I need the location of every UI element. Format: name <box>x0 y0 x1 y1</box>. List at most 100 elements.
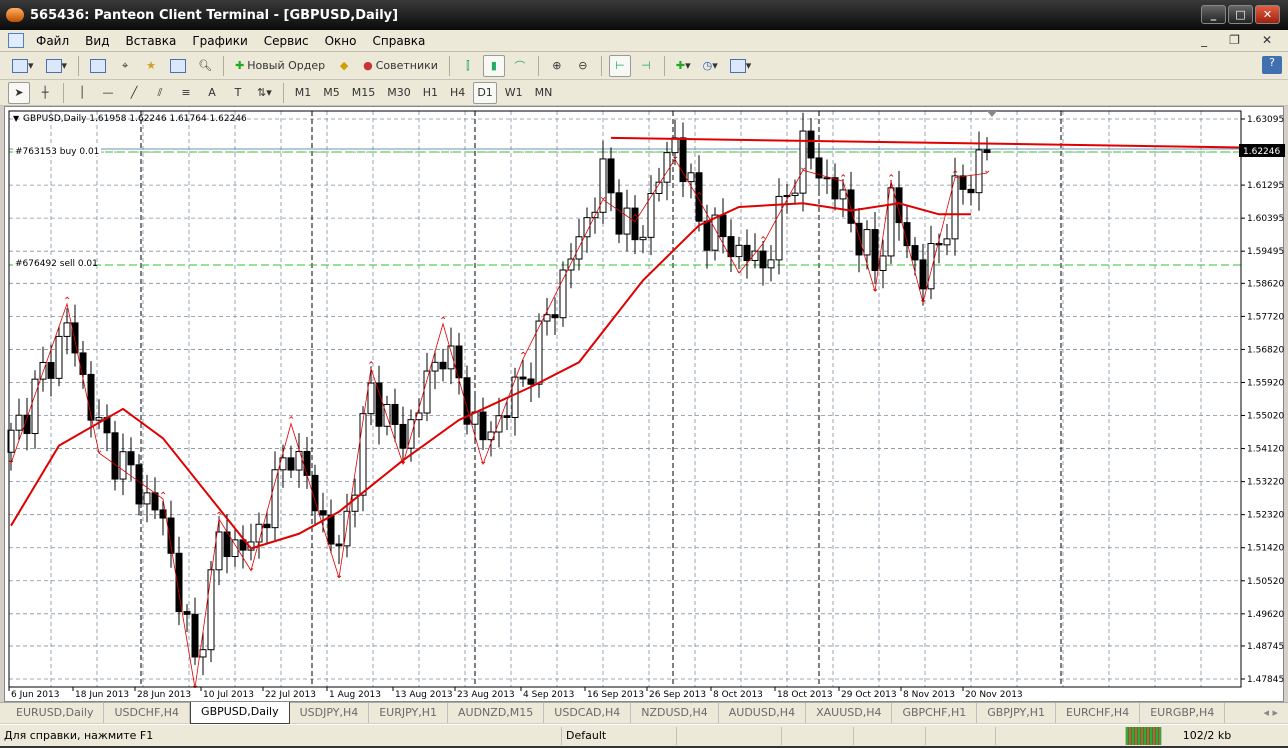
menu-file[interactable]: Файл <box>28 34 77 48</box>
line-chart-button[interactable]: ⌒ <box>509 55 531 77</box>
fractal-down-icon: ⌄ <box>247 562 255 573</box>
status-empty-3 <box>854 726 926 745</box>
price-tick-label: 1.55920 <box>1247 378 1284 388</box>
candle-body <box>911 245 919 261</box>
mdi-close-button[interactable]: ✕ <box>1254 33 1280 47</box>
new-order-button[interactable]: ✚ Новый Ордер <box>231 55 329 77</box>
menu-insert[interactable]: Вставка <box>117 34 184 48</box>
chart-tab[interactable]: EURJPY,H1 <box>369 703 449 723</box>
fractal-up-icon: ⌃ <box>951 170 959 181</box>
line-chart-icon: ⌒ <box>514 59 526 73</box>
chart-tab[interactable]: EURCHF,H4 <box>1056 703 1141 723</box>
market-watch-button[interactable] <box>86 55 110 77</box>
chart-tab[interactable]: USDJPY,H4 <box>290 703 370 723</box>
chart-tab[interactable]: EURUSD,Daily <box>6 703 105 723</box>
date-tick-label: 29 Oct 2013 <box>841 690 897 700</box>
chart-tab[interactable]: GBPJPY,H1 <box>977 703 1057 723</box>
alert-button[interactable]: ◆ <box>333 55 355 77</box>
fibonacci-icon: ≡ <box>181 86 191 99</box>
menu-help[interactable]: Справка <box>365 34 434 48</box>
candle-body <box>479 411 487 441</box>
terminal-button[interactable] <box>166 55 190 77</box>
periods-button[interactable]: ◷ ▾ <box>699 55 722 77</box>
mdi-minimize-button[interactable]: _ <box>1193 33 1215 47</box>
data-window-button[interactable]: ⌖ <box>114 55 136 77</box>
menu-tools[interactable]: Сервис <box>256 34 317 48</box>
candle-body <box>207 569 215 651</box>
chart-shift-button[interactable]: ⊣ <box>635 55 657 77</box>
close-button[interactable]: ✕ <box>1255 5 1280 24</box>
date-tick-label: 1 Aug 2013 <box>329 690 381 700</box>
timeframe-d1[interactable]: D1 <box>473 81 497 104</box>
chart-tab[interactable]: XAUUSD,H4 <box>806 703 893 723</box>
timeframe-h4[interactable]: H4 <box>446 82 469 104</box>
cursor-tool[interactable]: ➤ <box>8 81 30 104</box>
timeframe-m15[interactable]: M15 <box>348 82 380 104</box>
chart-tab[interactable]: NZDUSD,H4 <box>631 703 719 723</box>
navigator-button[interactable]: ★ <box>140 55 162 77</box>
vertical-line-tool[interactable]: │ <box>71 82 93 104</box>
candlestick-button[interactable]: ▮ <box>482 54 505 77</box>
chart-tab[interactable]: GBPUSD,Daily <box>190 702 290 724</box>
candle-body <box>919 259 927 290</box>
chart-tab[interactable]: EURGBP,H4 <box>1140 703 1226 723</box>
chart-shift-marker-icon[interactable] <box>987 111 997 117</box>
chart-tab[interactable]: USDCAD,H4 <box>544 703 632 723</box>
candle-body <box>199 649 207 658</box>
fibonacci-tool[interactable]: ≡ <box>175 82 197 104</box>
templates-button[interactable]: ▾ <box>726 55 756 77</box>
maximize-button[interactable]: □ <box>1228 5 1253 24</box>
timeframe-w1[interactable]: W1 <box>501 82 527 104</box>
horizontal-line-tool[interactable]: — <box>97 82 119 104</box>
chart-window[interactable]: ⌄ ⌃ ⌄ ⌃ ⌄ ⌃ ⌄ ⌃ ⌄ ⌃ ⌄ ⌃ ⌄ ⌃ ⌄ ⌃ ⌄ ⌃ ⌄ ⌃ ⌄ ⌃ ⌄ ⌃ ⌄ ⌃ ⌄ GBPUSD,Daily… <box>4 106 1285 703</box>
date-tick-label: 13 Aug 2013 <box>395 690 453 700</box>
candle-body <box>775 195 783 261</box>
text-tool[interactable]: A <box>201 82 223 104</box>
chart-tab[interactable]: GBPCHF,H1 <box>892 703 978 723</box>
trendline-tool[interactable]: ╱ <box>123 82 145 104</box>
zoom-out-button[interactable]: ⊖ <box>572 55 594 77</box>
timeframe-m30[interactable]: M30 <box>383 82 415 104</box>
clock-icon: ◷ <box>702 59 713 72</box>
crosshair-tool[interactable]: ┼ <box>34 82 56 104</box>
autoscroll-button[interactable]: ⊢ <box>608 54 631 77</box>
menu-window[interactable]: Окно <box>317 34 365 48</box>
chart-tab[interactable]: AUDNZD,M15 <box>448 703 545 723</box>
indicators-button[interactable]: ✚ ▾ <box>672 55 695 77</box>
timeframe-h1[interactable]: H1 <box>419 82 442 104</box>
text-label-tool[interactable]: T <box>227 82 249 104</box>
tab-scroll-arrows-icon[interactable]: ◂ ▸ <box>1263 706 1278 719</box>
timeframe-mn[interactable]: MN <box>531 82 557 104</box>
candle-body <box>399 423 407 449</box>
candle-body <box>95 417 103 421</box>
new-order-icon: ✚ <box>235 59 245 72</box>
zoom-in-button[interactable]: ⊕ <box>546 55 568 77</box>
date-tick-label: 4 Sep 2013 <box>523 690 574 700</box>
chart-window-icon[interactable] <box>8 33 24 48</box>
profiles-button[interactable]: ▾ <box>42 55 72 77</box>
fractal-down-icon: ⌄ <box>983 165 991 176</box>
chart-tab[interactable]: AUDUSD,H4 <box>719 703 807 723</box>
equidistant-channel-tool[interactable]: ⫽ <box>149 82 171 104</box>
menu-view[interactable]: Вид <box>77 34 117 48</box>
candle-body <box>791 192 799 197</box>
chart-tab[interactable]: USDCHF,H4 <box>104 703 191 723</box>
header-collapse-icon[interactable]: ▼ <box>13 114 20 123</box>
timeframe-m5[interactable]: M5 <box>319 82 344 104</box>
mdi-restore-button[interactable]: ❐ <box>1221 33 1248 47</box>
arrows-tool[interactable]: ⇅▾ <box>253 82 276 104</box>
bar-chart-button[interactable]: ⫿ <box>457 55 479 77</box>
candle-body <box>303 450 311 476</box>
timeframe-m1[interactable]: M1 <box>291 82 316 104</box>
expert-advisors-button[interactable]: ● Советники <box>359 55 442 77</box>
candle-body <box>935 243 943 246</box>
menu-charts[interactable]: Графики <box>184 34 255 48</box>
help-button[interactable]: ? <box>1262 56 1282 74</box>
market-watch-icon <box>90 58 107 73</box>
minimize-button[interactable]: _ <box>1201 5 1226 24</box>
candle-body <box>215 531 223 571</box>
candle-body <box>87 373 95 421</box>
price-chart[interactable]: ⌄ ⌃ ⌄ ⌃ ⌄ ⌃ ⌄ ⌃ ⌄ ⌃ ⌄ ⌃ ⌄ ⌃ ⌄ ⌃ ⌄ ⌃ ⌄ ⌃ ⌄ ⌃ ⌄ ⌃ ⌄ ⌃ ⌄ GBPUSD,Daily… <box>5 107 1285 703</box>
strategy-tester-button[interactable]: 🔍︎ <box>194 55 216 77</box>
new-chart-button[interactable]: ▾ <box>8 55 38 77</box>
